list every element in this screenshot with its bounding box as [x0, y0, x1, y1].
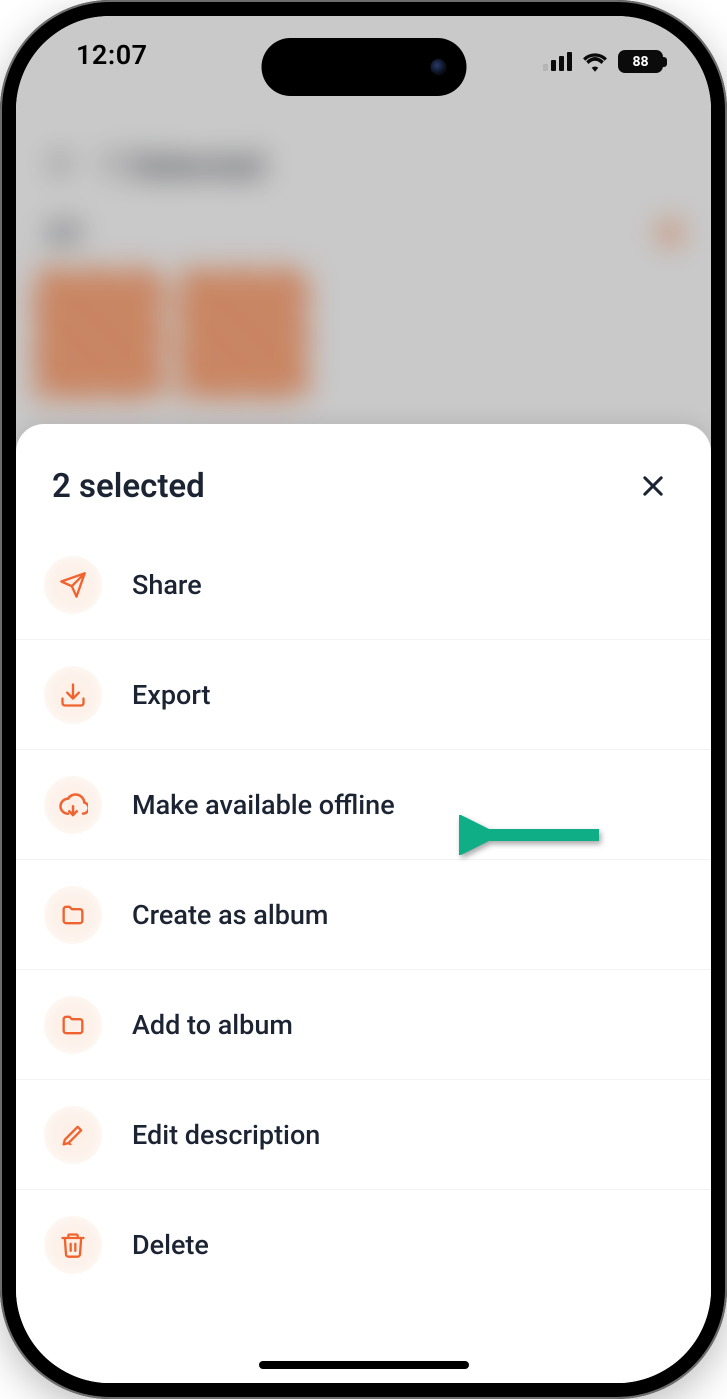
- offline-icon: [44, 776, 102, 834]
- menu-item-label: Share: [132, 569, 202, 601]
- action-sheet: 2 selected Share Export: [16, 424, 711, 1383]
- menu-item-label: Make available offline: [132, 789, 395, 821]
- album-add-icon: [44, 996, 102, 1054]
- phone-screen: ✕ 1 Selected All 12:07: [16, 16, 711, 1383]
- menu-item-label: Create as album: [132, 899, 328, 931]
- status-time: 12:07: [76, 39, 148, 71]
- menu-item-create-album[interactable]: Create as album: [16, 860, 711, 970]
- close-icon: [639, 472, 667, 500]
- menu-item-label: Export: [132, 679, 211, 711]
- menu-item-label: Edit description: [132, 1119, 320, 1151]
- edit-icon: [44, 1106, 102, 1164]
- home-indicator: [259, 1361, 469, 1369]
- dynamic-island: [261, 38, 466, 96]
- sheet-title: 2 selected: [52, 467, 631, 506]
- menu-item-add-to-album[interactable]: Add to album: [16, 970, 711, 1080]
- export-icon: [44, 666, 102, 724]
- wifi-icon: [582, 52, 608, 72]
- sheet-menu: Share Export Make available offline: [16, 530, 711, 1383]
- menu-item-share[interactable]: Share: [16, 530, 711, 640]
- front-camera: [430, 59, 446, 75]
- menu-item-edit-description[interactable]: Edit description: [16, 1080, 711, 1190]
- phone-frame: ✕ 1 Selected All 12:07: [0, 0, 727, 1399]
- trash-icon: [44, 1216, 102, 1274]
- menu-item-label: Add to album: [132, 1009, 293, 1041]
- battery-icon: 88: [618, 50, 663, 73]
- menu-item-export[interactable]: Export: [16, 640, 711, 750]
- cellular-signal-icon: [543, 53, 572, 71]
- menu-item-delete[interactable]: Delete: [16, 1190, 711, 1300]
- album-create-icon: [44, 886, 102, 944]
- menu-item-make-available-offline[interactable]: Make available offline: [16, 750, 711, 860]
- share-icon: [44, 556, 102, 614]
- menu-item-label: Delete: [132, 1229, 209, 1261]
- battery-percentage: 88: [632, 54, 648, 70]
- close-button[interactable]: [631, 464, 675, 508]
